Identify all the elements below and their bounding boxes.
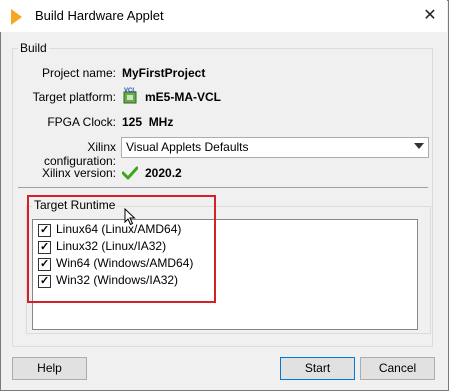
separator (18, 187, 428, 188)
xilinx-configuration-label: Xilinx configuration: (43, 140, 116, 168)
chevron-down-icon (414, 143, 424, 149)
red-highlight-box (27, 195, 216, 303)
green-check-icon (122, 166, 138, 180)
mouse-cursor-icon (124, 208, 136, 226)
build-group-legend: Build (18, 41, 49, 55)
project-name-value: MyFirstProject (122, 66, 206, 80)
cancel-button[interactable]: Cancel (360, 357, 435, 380)
xilinx-configuration-selected: Visual Applets Defaults (126, 140, 249, 154)
project-name-label: Project name: (41, 66, 116, 80)
start-button[interactable]: Start (280, 357, 355, 380)
target-platform-value: mE5-MA-VCL (145, 90, 222, 104)
close-button[interactable]: ✕ (420, 6, 440, 26)
target-platform-label: Target platform: (32, 90, 116, 104)
title-bar: Build Hardware Applet ✕ (0, 0, 447, 32)
xilinx-version-label: Xilinx version: (41, 166, 116, 180)
fpga-clock-value: 125 MHz (122, 115, 174, 129)
svg-text:VCL: VCL (124, 88, 136, 94)
fpga-clock-label: FPGA Clock: (47, 115, 116, 129)
app-play-icon (11, 9, 22, 25)
xilinx-configuration-select[interactable]: Visual Applets Defaults (121, 137, 429, 158)
vcl-chip-icon: VCL (123, 88, 137, 104)
window-title: Build Hardware Applet (35, 8, 164, 23)
help-button[interactable]: Help (12, 357, 87, 380)
xilinx-version-value: 2020.2 (145, 166, 182, 180)
